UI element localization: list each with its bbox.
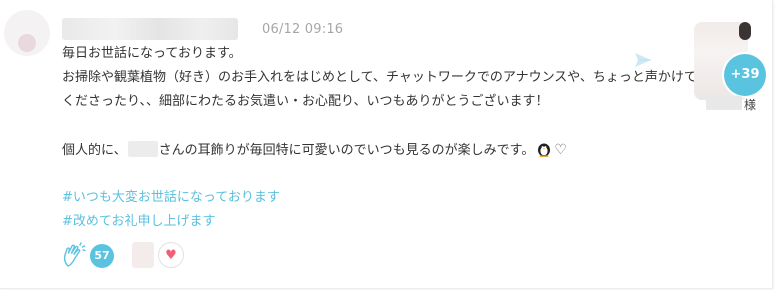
more-recipients-badge[interactable]: +39 bbox=[724, 54, 766, 96]
message-line: お掃除や観葉植物（好き）のお手入れをはじめとして、チャットワークでのアナウンスや… bbox=[62, 70, 697, 85]
post-card: 06/12 09:16 毎日お世話になっております。 お掃除や観葉植物（好き）の… bbox=[0, 0, 773, 289]
clap-count-badge[interactable]: 57 bbox=[90, 244, 114, 268]
message-line-personal: 個人的に、 さんの耳飾りが毎回特に可愛いのでいつも見るのが楽しみです。 ♡ bbox=[62, 138, 652, 162]
sender-avatar[interactable] bbox=[4, 10, 50, 56]
hashtag-link[interactable]: #いつも大変お世話になっております bbox=[62, 186, 652, 210]
recipient-avatar-accent bbox=[739, 22, 751, 40]
heart-icon: ♥ bbox=[165, 248, 177, 263]
penguin-emoji-icon bbox=[538, 143, 551, 157]
sender-name-redacted[interactable] bbox=[62, 18, 238, 40]
heart-outline-icon: ♡ bbox=[554, 142, 567, 158]
reactor-avatar[interactable] bbox=[132, 242, 154, 268]
post-timestamp: 06/12 09:16 bbox=[262, 22, 344, 37]
hashtag-link[interactable]: #改めてお礼申し上げます bbox=[62, 210, 652, 234]
recipient-name-redacted bbox=[706, 96, 742, 110]
redacted-name bbox=[127, 141, 158, 157]
send-icon bbox=[635, 53, 651, 67]
recipient-name-suffix: 様 bbox=[744, 98, 757, 112]
clap-icon[interactable] bbox=[62, 242, 86, 268]
message-line-prefix: 個人的に、 bbox=[62, 143, 127, 158]
message-line-suffix: さんの耳飾りが毎回特に可愛いのでいつも見るのが楽しみです。 bbox=[158, 143, 535, 158]
message-line: くださったり、、細部にわたるお気遣い・お心配り、いつもありがとうございます！ bbox=[62, 94, 549, 109]
post-message: 毎日お世話になっております。 お掃除や観葉植物（好き）のお手入れをはじめとして、… bbox=[62, 42, 697, 234]
sender-avatar-image bbox=[18, 34, 36, 52]
heart-reaction-button[interactable]: ♥ bbox=[158, 242, 184, 268]
message-line: 毎日お世話になっております。 bbox=[62, 46, 242, 61]
